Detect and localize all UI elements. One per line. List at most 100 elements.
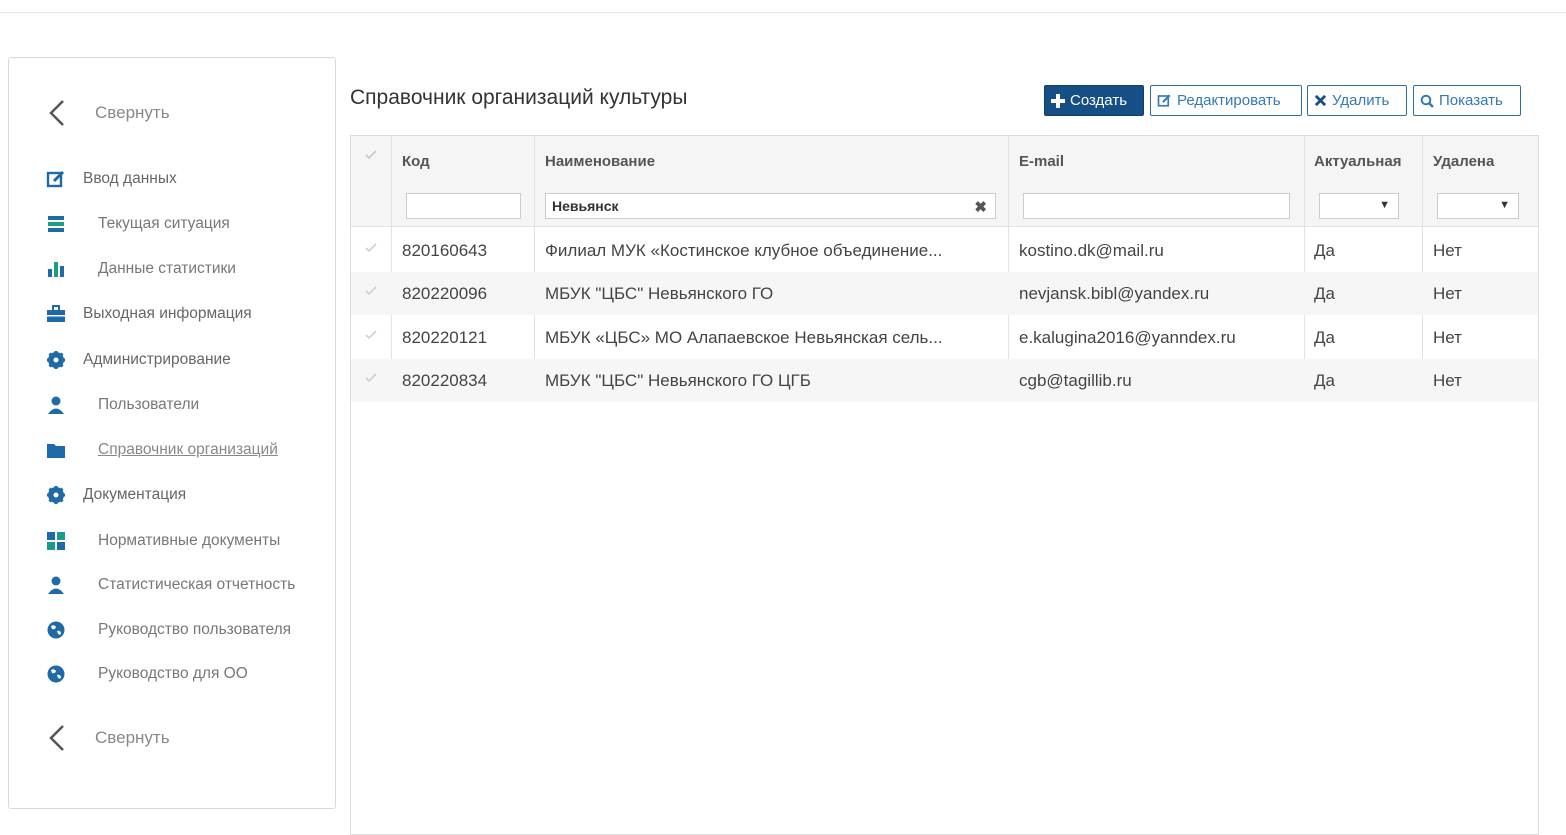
cell-email: cgb@tagillib.ru <box>1019 371 1132 390</box>
row-check-icon[interactable] <box>365 286 377 296</box>
sidebar-item-label: Ввод данных <box>83 170 177 187</box>
cell-actual: Да <box>1314 241 1335 260</box>
sidebar-item-label: Администрирование <box>83 351 231 368</box>
sidebar-item-label: Справочник организаций <box>98 441 278 458</box>
close-icon <box>1314 94 1327 107</box>
dropdown-arrow-icon: ▼ <box>1379 199 1390 211</box>
actual-filter-select[interactable]: ▼ <box>1319 193 1399 219</box>
deleted-filter-select[interactable]: ▼ <box>1437 193 1519 219</box>
column-header-code[interactable]: Код <box>402 153 430 170</box>
sidebar-item-organizations[interactable]: Справочник организаций <box>9 437 278 463</box>
sidebar-item-label: Руководство пользователя <box>98 621 292 638</box>
create-button[interactable]: Создать <box>1044 85 1144 116</box>
briefcase-icon <box>45 303 67 325</box>
column-header-email[interactable]: E-mail <box>1019 153 1064 170</box>
sidebar-item-label: Руководство для ОО <box>98 665 248 682</box>
edit-icon <box>45 168 67 190</box>
collapse-sidebar-bottom[interactable]: Свернуть <box>9 723 170 753</box>
select-all-check-icon[interactable] <box>365 150 377 160</box>
cell-code: 820220834 <box>402 371 488 390</box>
sidebar-item-label: Текущая ситуация <box>98 215 230 232</box>
sidebar-item-documentation[interactable]: Документация <box>9 482 186 508</box>
sidebar: Свернуть Ввод данных Текущая ситуация Да… <box>8 57 336 809</box>
cell-name: МБУК "ЦБС" Невьянского ГО <box>545 284 774 303</box>
cell-email: nevjansk.bibl@yandex.ru <box>1019 284 1210 303</box>
user-icon <box>45 394 67 416</box>
row-check-icon[interactable] <box>365 373 377 383</box>
cell-email: e.kalugina2016@yanndex.ru <box>1019 328 1236 347</box>
column-header-name[interactable]: Наименование <box>545 153 655 170</box>
top-divider <box>0 12 1566 13</box>
chevron-left-icon <box>49 100 64 126</box>
gear-icon <box>45 349 67 371</box>
clear-filter-icon[interactable]: ✖ <box>974 198 987 216</box>
edit-icon <box>1157 94 1171 107</box>
sidebar-item-label: Нормативные документы <box>98 532 281 549</box>
create-label: Создать <box>1070 92 1128 109</box>
cell-email: kostino.dk@mail.ru <box>1019 241 1164 260</box>
list-icon <box>45 213 67 235</box>
cell-deleted: Нет <box>1433 328 1462 347</box>
sidebar-item-stat-reporting[interactable]: Статистическая отчетность <box>9 572 295 598</box>
sidebar-item-administration[interactable]: Администрирование <box>9 347 231 373</box>
sidebar-item-current-situation[interactable]: Текущая ситуация <box>9 211 230 237</box>
table-row[interactable]: 820220121 МБУК «ЦБС» МО Алапаевское Невь… <box>351 316 1538 359</box>
cell-deleted: Нет <box>1433 241 1462 260</box>
collapse-label: Свернуть <box>95 728 170 747</box>
chevron-left-icon <box>49 725 64 751</box>
cell-deleted: Нет <box>1433 284 1462 303</box>
sidebar-item-statistics[interactable]: Данные статистики <box>9 256 236 282</box>
sidebar-item-users[interactable]: Пользователи <box>9 392 199 418</box>
sidebar-item-data-entry[interactable]: Ввод данных <box>9 166 177 192</box>
globe-icon <box>45 663 67 685</box>
table-row[interactable]: 820220096 МБУК "ЦБС" Невьянского ГО nevj… <box>351 272 1538 315</box>
sidebar-item-normative-docs[interactable]: Нормативные документы <box>9 528 280 554</box>
gear-icon <box>45 484 67 506</box>
cell-name: МБУК «ЦБС» МО Алапаевское Невьянская сел… <box>545 328 943 347</box>
bar-chart-icon <box>45 258 67 280</box>
cell-code: 820220121 <box>402 328 488 347</box>
sidebar-item-label: Выходная информация <box>83 305 252 322</box>
sidebar-item-guide-oo[interactable]: Руководство для ОО <box>9 661 248 687</box>
sidebar-item-label: Пользователи <box>98 396 200 413</box>
delete-label: Удалить <box>1332 92 1390 109</box>
code-filter-input[interactable] <box>406 193 521 219</box>
cell-name: МБУК "ЦБС" Невьянского ГО ЦГБ <box>545 371 811 390</box>
row-check-icon[interactable] <box>365 330 377 340</box>
collapse-sidebar-top[interactable]: Свернуть <box>9 98 170 128</box>
sidebar-item-label: Статистическая отчетность <box>98 576 296 593</box>
organizations-grid: Код Наименование E-mail Актуальная Удале… <box>350 135 1539 835</box>
grid-header: Код Наименование E-mail Актуальная Удале… <box>351 136 1538 227</box>
sidebar-item-user-guide[interactable]: Руководство пользователя <box>9 617 291 643</box>
cell-actual: Да <box>1314 328 1335 347</box>
show-label: Показать <box>1439 92 1503 109</box>
email-filter-input[interactable] <box>1023 193 1290 219</box>
name-filter-value: Невьянск <box>552 198 619 214</box>
name-filter-input[interactable]: Невьянск ✖ <box>545 193 996 219</box>
edit-button[interactable]: Редактировать <box>1150 85 1302 116</box>
show-button[interactable]: Показать <box>1413 85 1521 116</box>
page-title: Справочник организаций культуры <box>350 86 688 109</box>
grid-icon <box>45 530 67 552</box>
folder-icon <box>45 439 67 461</box>
row-check-icon[interactable] <box>365 243 377 253</box>
user-icon <box>45 574 67 596</box>
sidebar-item-output[interactable]: Выходная информация <box>9 301 252 327</box>
sidebar-item-label: Данные статистики <box>98 260 236 277</box>
zoom-icon <box>1420 94 1434 108</box>
dropdown-arrow-icon: ▼ <box>1499 199 1510 211</box>
cell-code: 820220096 <box>402 284 488 303</box>
globe-icon <box>45 619 67 641</box>
table-row[interactable]: 820160643 Филиал МУК «Костинское клубное… <box>351 229 1538 272</box>
sidebar-item-label: Документация <box>83 486 187 503</box>
column-header-actual[interactable]: Актуальная <box>1314 153 1401 170</box>
collapse-label: Свернуть <box>95 103 170 122</box>
table-row[interactable]: 820220834 МБУК "ЦБС" Невьянского ГО ЦГБ … <box>351 359 1538 402</box>
delete-button[interactable]: Удалить <box>1307 85 1407 116</box>
column-header-deleted[interactable]: Удалена <box>1433 153 1494 170</box>
plus-icon <box>1051 93 1065 108</box>
cell-deleted: Нет <box>1433 371 1462 390</box>
cell-actual: Да <box>1314 371 1335 390</box>
cell-name: Филиал МУК «Костинское клубное объединен… <box>545 241 943 260</box>
edit-label: Редактировать <box>1177 92 1281 109</box>
